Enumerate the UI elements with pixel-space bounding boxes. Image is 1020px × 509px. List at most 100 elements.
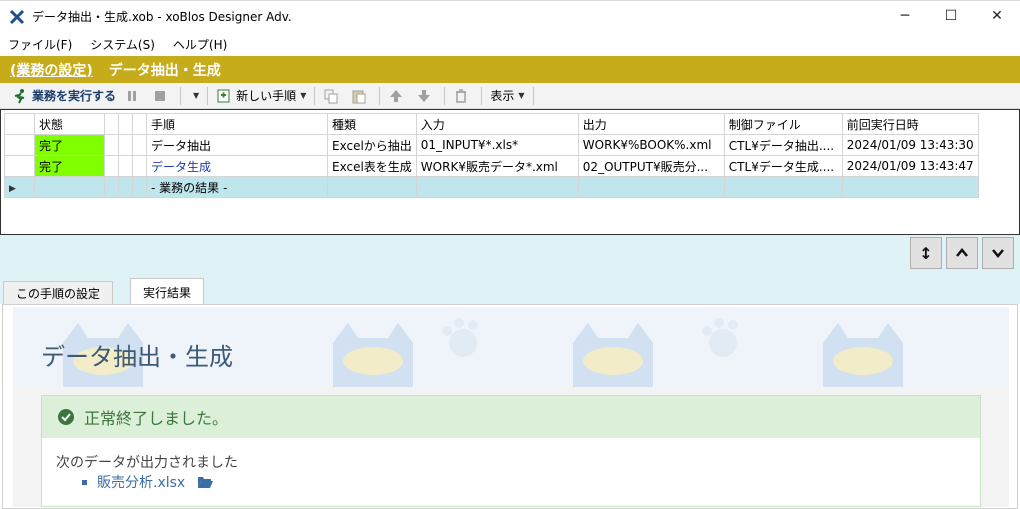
success-message: 正常終了しました。	[84, 409, 229, 428]
run-business-label: 業務を実行する	[32, 89, 117, 103]
grid-blank-cell	[327, 176, 417, 198]
paw-illustration	[442, 318, 478, 357]
output-cell: 02_OUTPUT¥販売分...	[577, 155, 725, 177]
tab-step-settings[interactable]: この手順の設定	[3, 281, 114, 305]
title-bar: データ抽出・生成.xob - xoBlos Designer Adv. ─ ☐ …	[0, 0, 1020, 32]
row-pointer-cell[interactable]: ▶	[4, 176, 35, 198]
xoblos-logo-icon	[9, 9, 25, 24]
col-status-header[interactable]: 状態	[34, 113, 105, 135]
minimize-button[interactable]: ─	[882, 1, 928, 31]
mascot-illustration	[333, 323, 413, 387]
stop-icon	[155, 90, 166, 101]
toolbar-separator	[379, 86, 381, 105]
tab-execution-result[interactable]: 実行結果	[130, 278, 205, 305]
copy-icon	[324, 89, 338, 103]
menu-file[interactable]: ファイル(F)	[8, 36, 72, 53]
vertical-resize-icon: ↕	[919, 243, 933, 263]
control-cell: CTL¥データ抽出....	[723, 134, 843, 156]
step-cell[interactable]: データ抽出	[146, 134, 328, 156]
delete-button[interactable]	[449, 85, 477, 107]
paste-button[interactable]	[347, 85, 375, 107]
mascot-illustration	[823, 323, 903, 387]
run-business-button[interactable]: 業務を実行する	[8, 85, 120, 107]
paste-icon	[352, 90, 366, 103]
steps-grid: 状態 手順 種類 入力 出力 制御ファイル 前回実行日時 完了 データ抽出 Ex…	[0, 109, 1020, 235]
close-button[interactable]: ✕	[974, 1, 1020, 31]
col-control-header[interactable]: 制御ファイル	[723, 113, 843, 135]
business-settings-link[interactable]: (業務の設定)	[10, 60, 93, 80]
grid-blank-cell	[132, 176, 147, 198]
grid-blank-cell	[118, 155, 133, 177]
result-body: 正常終了しました。 次のデータが出力されました 販売分析.xlsx	[13, 387, 1009, 507]
business-header: (業務の設定) データ抽出・生成	[0, 56, 1020, 83]
arrow-down-icon	[418, 89, 431, 102]
result-banner: データ抽出・生成	[13, 307, 1009, 387]
previous-step-button[interactable]	[946, 237, 978, 269]
output-file-item: 販売分析.xlsx	[82, 472, 214, 492]
grid-blank-cell	[34, 176, 105, 198]
arrow-up-icon	[390, 89, 403, 102]
view-label: 表示	[490, 89, 515, 103]
stop-button[interactable]	[148, 85, 176, 107]
move-up-button[interactable]	[384, 85, 412, 107]
chevron-down-icon: ▼	[193, 91, 200, 100]
bullet-icon	[82, 479, 87, 485]
grid-blank-cell	[132, 155, 147, 177]
pause-icon	[128, 90, 137, 101]
row-header-cell[interactable]	[4, 134, 35, 156]
grid-blank-cell	[104, 134, 119, 156]
pause-button[interactable]	[120, 85, 148, 107]
col-output-header[interactable]: 出力	[577, 113, 725, 135]
next-step-button[interactable]	[982, 237, 1014, 269]
toolbar-separator	[180, 86, 182, 105]
output-file-link[interactable]: 販売分析.xlsx	[97, 472, 185, 492]
output-message: 次のデータが出力されました	[56, 455, 238, 471]
toolbar-separator	[481, 86, 483, 105]
grid-blank-header	[118, 113, 133, 135]
result-row-label[interactable]: - 業務の結果 -	[146, 176, 328, 198]
grid-blank-cell	[118, 176, 133, 198]
result-row[interactable]: ▶ - 業務の結果 -	[4, 176, 979, 198]
toolbar-separator	[444, 86, 446, 105]
menu-help[interactable]: ヘルプ(H)	[173, 36, 227, 53]
kind-cell: Excelから抽出	[327, 134, 417, 156]
new-step-button[interactable]: 新しい手順 ▼	[212, 85, 310, 107]
copy-button[interactable]	[319, 85, 347, 107]
folder-open-icon[interactable]	[197, 475, 214, 489]
chevron-up-icon	[956, 248, 968, 257]
col-lastrun-header[interactable]: 前回実行日時	[841, 113, 979, 135]
check-circle-icon	[58, 409, 74, 425]
menu-system[interactable]: システム(S)	[90, 36, 155, 53]
result-pane: データ抽出・生成 正常終了しました。 次のデータが出力されました 販売分析.xl…	[2, 304, 1018, 509]
col-kind-header[interactable]: 種類	[327, 113, 417, 135]
grid-blank-header	[132, 113, 147, 135]
col-input-header[interactable]: 入力	[415, 113, 579, 135]
splitter-band	[0, 235, 1020, 278]
run-options-dropdown[interactable]: ▼	[185, 85, 203, 107]
table-row[interactable]: 完了 データ抽出 Excelから抽出 01_INPUT¥*.xls* WORK¥…	[4, 134, 979, 156]
resize-toggle-button[interactable]: ↕	[910, 237, 942, 269]
detail-tabs: この手順の設定 実行結果	[0, 278, 1020, 305]
grid-blank-cell	[415, 176, 579, 198]
window-title: データ抽出・生成.xob - xoBlos Designer Adv.	[32, 10, 292, 24]
grid-blank-cell	[841, 176, 979, 198]
step-cell[interactable]: データ生成	[146, 155, 328, 177]
chevron-down-icon	[992, 249, 1004, 258]
lastrun-cell: 2024/01/09 13:43:30	[841, 134, 979, 156]
table-row[interactable]: 完了 データ生成 Excel表を生成 WORK¥販売データ*.xml 02_OU…	[4, 155, 979, 177]
row-header-cell[interactable]	[4, 155, 35, 177]
row-header-cell	[4, 113, 35, 135]
maximize-button[interactable]: ☐	[928, 1, 974, 31]
status-cell: 完了	[34, 134, 105, 156]
result-title: データ抽出・生成	[41, 343, 233, 371]
success-alert: 正常終了しました。 次のデータが出力されました 販売分析.xlsx	[41, 395, 981, 507]
control-cell: CTL¥データ生成....	[723, 155, 843, 177]
output-cell: WORK¥%BOOK%.xml	[577, 134, 725, 156]
move-down-button[interactable]	[412, 85, 440, 107]
row-pointer-icon: ▶	[9, 184, 16, 194]
new-step-icon	[217, 89, 230, 102]
grid-header-row: 状態 手順 種類 入力 出力 制御ファイル 前回実行日時	[4, 113, 979, 135]
col-step-header[interactable]: 手順	[146, 113, 328, 135]
view-dropdown[interactable]: 表示 ▼	[486, 85, 528, 107]
lastrun-cell: 2024/01/09 13:43:47	[841, 155, 979, 177]
